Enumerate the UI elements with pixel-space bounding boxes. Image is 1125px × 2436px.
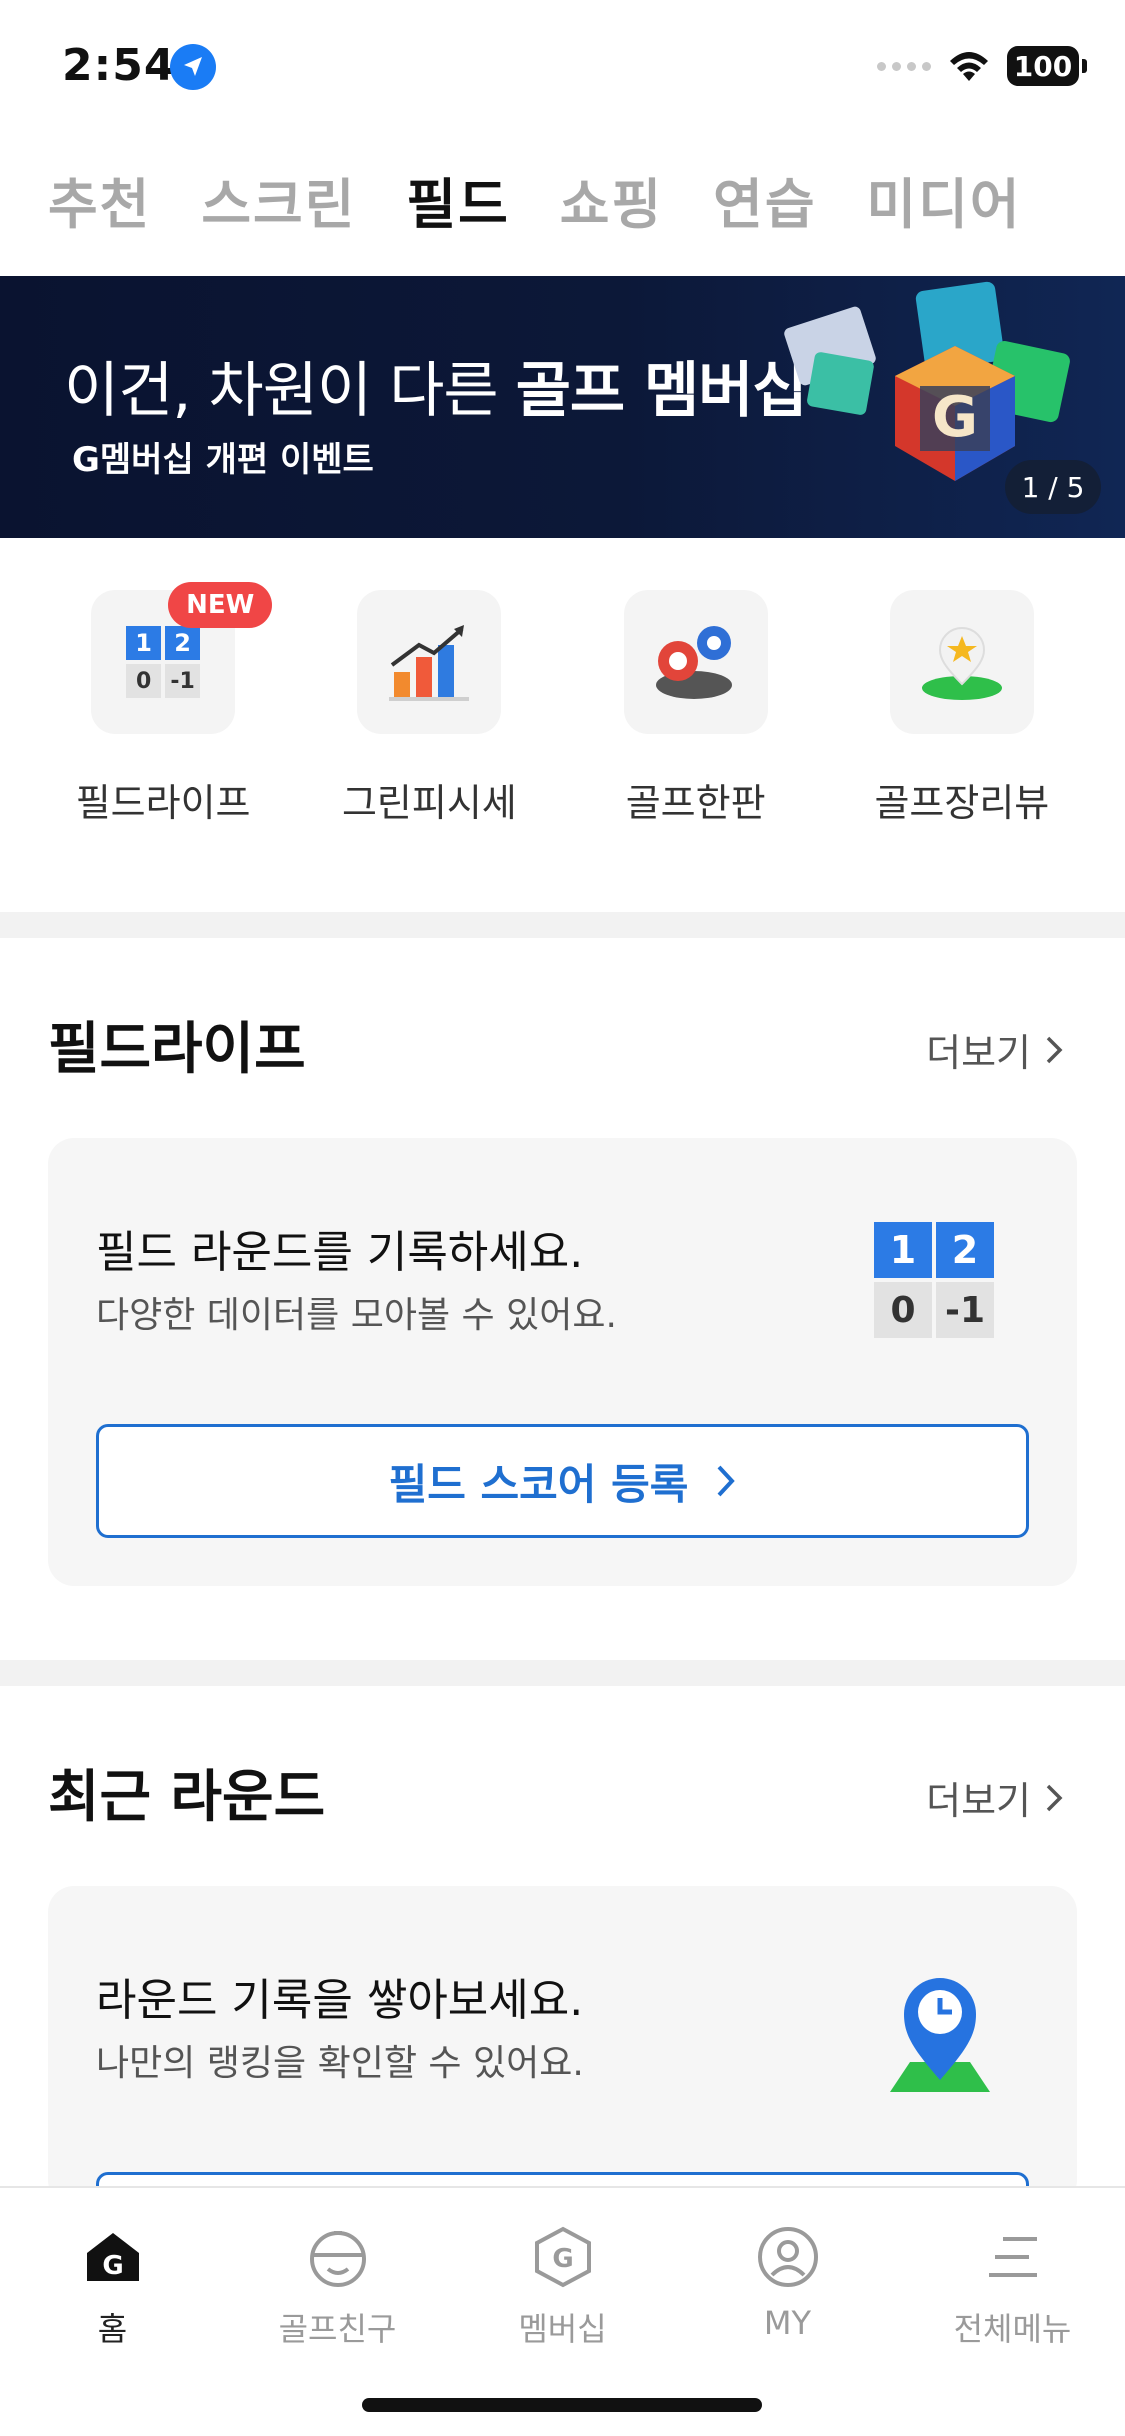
quick-item-label: 그린피시세: [341, 781, 517, 825]
wifi-icon: [950, 52, 988, 81]
home-indicator: [362, 2398, 762, 2412]
quick-item-field-life[interactable]: 1 2 0 -1 NEW 필드라이프: [48, 582, 278, 827]
banner-title: 이건, 차원이 다른 골프 멤버십: [64, 356, 808, 426]
menu-icon: [978, 2222, 1048, 2292]
recent-round-title: 최근 라운드: [48, 1765, 326, 1830]
tab-field[interactable]: 필드: [406, 160, 509, 239]
status-bar: 2:54 100: [0, 0, 1125, 140]
recent-round-card: 라운드 기록을 쌓아보세요. 나만의 랭킹을 확인할 수 있어요.: [48, 1886, 1077, 2232]
chevron-right-icon: [1046, 1784, 1063, 1811]
tab-media[interactable]: 미디어: [867, 160, 1022, 239]
banner-subtitle: G멤버십 개편 이벤트: [72, 440, 374, 480]
score-board-icon: 1 2 0 -1: [874, 1222, 994, 1338]
home-g-icon: G: [78, 2222, 148, 2292]
nav-golf-friend[interactable]: 골프친구: [238, 2222, 438, 2350]
field-life-card: 필드 라운드를 기록하세요. 다양한 데이터를 모아볼 수 있어요. 1 2 0…: [48, 1138, 1077, 1586]
chevron-right-icon: [1046, 1036, 1063, 1063]
status-right: 100: [877, 46, 1087, 86]
star-pin-icon: [889, 590, 1034, 734]
field-life-card-title: 필드 라운드를 기록하세요.: [96, 1227, 584, 1278]
field-life-title: 필드라이프: [48, 1017, 306, 1082]
clock-pin-icon: [890, 1978, 990, 2092]
section-divider: [0, 1660, 1125, 1686]
location-arrow-icon: [170, 44, 216, 90]
field-life-more-link[interactable]: 더보기: [926, 1022, 1063, 1077]
nav-my[interactable]: MY: [688, 2222, 888, 2350]
membership-g-icon: G: [528, 2222, 598, 2292]
chevron-right-icon: [717, 1465, 736, 1497]
promo-banner[interactable]: 이건, 차원이 다른 골프 멤버십 G멤버십 개편 이벤트 G 1 / 5: [0, 276, 1125, 538]
field-life-card-subtitle: 다양한 데이터를 모아볼 수 있어요.: [96, 1295, 617, 1336]
svg-text:G: G: [102, 2251, 123, 2281]
poker-chip-icon: [623, 590, 768, 734]
quick-item-label: 골프장리뷰: [874, 781, 1050, 825]
quick-item-label: 필드라이프: [75, 781, 251, 825]
section-divider: [0, 912, 1125, 938]
golf-friend-icon: [303, 2222, 373, 2292]
banner-page-counter: 1 / 5: [1005, 460, 1101, 514]
tab-practice[interactable]: 연습: [713, 160, 816, 239]
bar-chart-icon: [357, 590, 502, 734]
quick-item-course-review[interactable]: 골프장리뷰: [847, 590, 1077, 827]
tab-shopping[interactable]: 쇼핑: [560, 160, 663, 239]
top-tabs: 추천 스크린 필드 쇼핑 연습 미디어: [48, 160, 1022, 239]
recent-round-card-title: 라운드 기록을 쌓아보세요.: [96, 1975, 584, 2026]
svg-text:G: G: [552, 2244, 573, 2274]
quick-item-greenfee[interactable]: 그린피시세: [314, 590, 544, 827]
cellular-signal-icon: [877, 61, 931, 71]
tab-recommend[interactable]: 추천: [48, 160, 151, 239]
nav-all-menu[interactable]: 전체메뉴: [913, 2222, 1113, 2350]
recent-round-more-link[interactable]: 더보기: [926, 1770, 1063, 1825]
recent-round-card-subtitle: 나만의 랭킹을 확인할 수 있어요.: [96, 2043, 584, 2084]
new-badge: NEW: [168, 582, 273, 628]
nav-home[interactable]: G 홈: [13, 2222, 213, 2350]
bottom-navigation: G 홈 골프친구 G 멤버십 MY 전체메뉴: [0, 2186, 1125, 2436]
quick-menu: 1 2 0 -1 NEW 필드라이프 그린피시세 골프한판 골프장리뷰: [0, 582, 1125, 827]
profile-icon: [753, 2222, 823, 2292]
battery-icon: 100: [1007, 46, 1087, 86]
field-score-register-button[interactable]: 필드 스코어 등록: [96, 1424, 1029, 1538]
quick-item-label: 골프한판: [625, 781, 766, 825]
nav-membership[interactable]: G 멤버십: [463, 2222, 663, 2350]
quick-item-golf-game[interactable]: 골프한판: [581, 590, 811, 827]
tab-screen[interactable]: 스크린: [201, 160, 356, 239]
status-time: 2:54: [62, 40, 176, 91]
svg-text:G: G: [932, 385, 978, 450]
